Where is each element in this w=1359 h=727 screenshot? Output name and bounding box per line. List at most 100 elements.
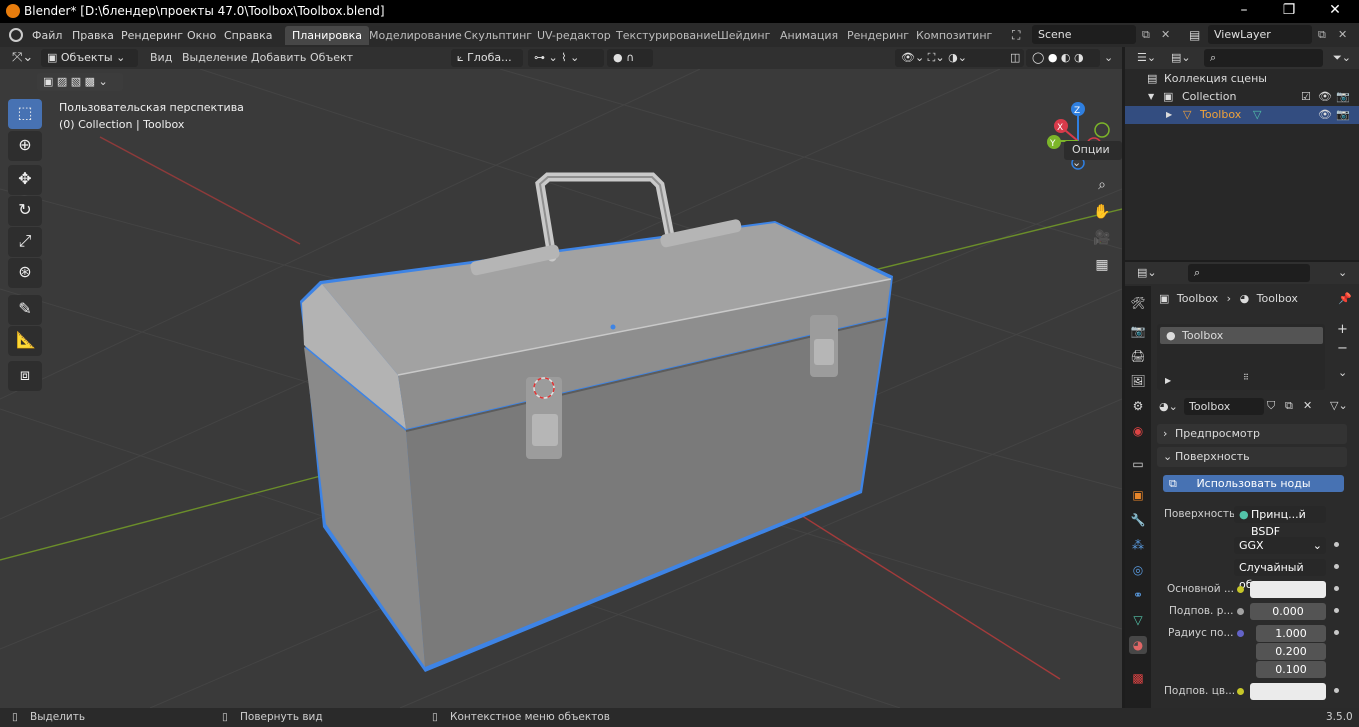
tab-texture-paint[interactable]: Текстурирование bbox=[609, 26, 724, 45]
view-layer-selector[interactable]: ViewLayer bbox=[1208, 25, 1312, 44]
browse-material-icon[interactable]: ◕⌄ bbox=[1159, 400, 1178, 413]
new-scene-icon[interactable]: ⧉ bbox=[1142, 28, 1150, 42]
outliner-row-scene-collection[interactable]: ▤ Коллекция сцены bbox=[1125, 70, 1359, 88]
keyframe-dot[interactable] bbox=[1334, 608, 1339, 613]
selection-mode-buttons[interactable]: ▣ ▨ ▧ ▩ ⌄ bbox=[37, 73, 123, 91]
radius-field-z[interactable]: 0.100 bbox=[1256, 661, 1326, 678]
annotate-tool[interactable]: ✎ bbox=[8, 295, 42, 325]
outliner-search-input[interactable]: ⌕ bbox=[1204, 49, 1323, 67]
render-camera-icon[interactable]: 📷 bbox=[1336, 88, 1350, 106]
tab-sculpting[interactable]: Скульптинг bbox=[457, 26, 539, 45]
node-filter-icon[interactable]: ▽⌄ bbox=[1330, 399, 1348, 412]
subsurface-color-swatch[interactable] bbox=[1250, 683, 1326, 700]
close-icon[interactable]: ✕ bbox=[1320, 2, 1350, 18]
tab-modeling[interactable]: Моделирование bbox=[362, 26, 469, 45]
material-slot[interactable]: ● Toolbox bbox=[1160, 327, 1323, 344]
view-layer-icon[interactable]: ▤ bbox=[1189, 28, 1200, 42]
properties-editor-icon[interactable]: ▤⌄ bbox=[1137, 266, 1157, 279]
scene-tab-icon[interactable]: ⚙ bbox=[1129, 397, 1147, 415]
scene-selector[interactable]: Scene bbox=[1032, 25, 1136, 44]
render-tab-icon[interactable]: 📷 bbox=[1129, 322, 1147, 340]
collection-tab-icon[interactable]: ▭ bbox=[1129, 455, 1147, 473]
editor-type-icon[interactable]: ⤧⌄ bbox=[12, 50, 33, 65]
zoom-icon[interactable]: ⌕ bbox=[1090, 173, 1114, 197]
remove-slot-icon[interactable]: − bbox=[1337, 341, 1348, 356]
duplicate-material-icon[interactable]: ⧉ bbox=[1285, 399, 1293, 413]
pin-icon[interactable]: 📌 bbox=[1338, 292, 1352, 305]
texture-tab-icon[interactable]: ▩ bbox=[1129, 669, 1147, 687]
tab-shading[interactable]: Шейдинг bbox=[710, 26, 777, 45]
snapping-group[interactable]: ⊶ ⌄ ⌇ ⌄ bbox=[528, 49, 604, 67]
3d-viewport[interactable]: Z X Y Пользовательская перспектива (0) C… bbox=[0, 69, 1122, 708]
surface-shader-selector[interactable]: ● Принц...й BSDF bbox=[1234, 506, 1326, 538]
blender-menu-icon[interactable] bbox=[9, 28, 23, 42]
slot-menu-icon[interactable]: ⌄ bbox=[1338, 366, 1347, 379]
camera-view-icon[interactable]: 🎥 bbox=[1090, 226, 1114, 250]
resize-handle-icon[interactable]: ⠿ bbox=[1243, 373, 1249, 382]
menu-view[interactable]: Вид bbox=[150, 51, 172, 64]
render-camera-icon[interactable]: 📷 bbox=[1336, 106, 1350, 124]
menu-edit[interactable]: Правка bbox=[72, 29, 114, 42]
view-layer-tab-icon[interactable]: 🖼 bbox=[1129, 372, 1147, 390]
cursor-tool[interactable]: ⊕ bbox=[8, 131, 42, 161]
constraints-tab-icon[interactable]: ⚭ bbox=[1129, 586, 1147, 604]
proportional-edit[interactable]: ● ∩ bbox=[607, 49, 653, 67]
menu-window[interactable]: Окно bbox=[187, 29, 216, 42]
material-tab-icon[interactable]: ◕ bbox=[1129, 636, 1147, 654]
add-cube-tool[interactable]: ⧈ bbox=[8, 361, 42, 391]
base-color-swatch[interactable] bbox=[1250, 581, 1326, 598]
menu-select[interactable]: Выделение bbox=[182, 51, 248, 64]
expand-icon[interactable]: ▼ bbox=[1148, 88, 1154, 106]
keyframe-dot[interactable] bbox=[1334, 630, 1339, 635]
visibility-eye-icon[interactable]: 👁 bbox=[1318, 88, 1332, 106]
orientation-dropdown[interactable]: ⟀ Глоба... bbox=[451, 49, 523, 67]
remove-scene-icon[interactable]: ✕ bbox=[1161, 28, 1170, 41]
material-name-field[interactable]: Toolbox bbox=[1184, 398, 1264, 415]
object-tab-icon[interactable]: ▣ bbox=[1129, 486, 1147, 504]
distribution-dropdown[interactable]: GGX ⌄ bbox=[1234, 537, 1326, 554]
use-nodes-button[interactable]: ⧉ Использовать ноды bbox=[1163, 475, 1344, 492]
shading-modes[interactable]: ◯ ● ◐ ◑ bbox=[1026, 49, 1100, 67]
keyframe-dot[interactable] bbox=[1334, 564, 1339, 569]
options-dropdown[interactable]: Опции ⌄ bbox=[1064, 141, 1122, 169]
display-mode-icon[interactable]: ▤⌄ bbox=[1171, 51, 1191, 64]
xray-toggle[interactable]: ◫ bbox=[1004, 49, 1024, 67]
checkbox-icon[interactable]: ☑ bbox=[1301, 88, 1311, 106]
outliner-editor-icon[interactable]: ☰⌄ bbox=[1137, 51, 1156, 64]
maximize-icon[interactable]: ❐ bbox=[1274, 2, 1304, 18]
modifier-tab-icon[interactable]: 🔧 bbox=[1129, 511, 1147, 529]
expand-icon[interactable]: ▶ bbox=[1166, 106, 1172, 124]
filter-icon[interactable]: ⏷⌄ bbox=[1333, 51, 1351, 65]
output-tab-icon[interactable]: 🖨 bbox=[1129, 347, 1147, 365]
keyframe-dot[interactable] bbox=[1334, 586, 1339, 591]
measure-tool[interactable]: 📐 bbox=[8, 326, 42, 356]
grid-view-icon[interactable]: ▦ bbox=[1090, 253, 1114, 277]
unlink-material-icon[interactable]: ✕ bbox=[1303, 399, 1312, 412]
properties-options-icon[interactable]: ⌄ bbox=[1338, 266, 1347, 279]
new-view-layer-icon[interactable]: ⧉ bbox=[1318, 28, 1326, 42]
mode-dropdown[interactable]: ▣ Объекты ⌄ bbox=[41, 49, 138, 67]
menu-render[interactable]: Рендеринг bbox=[121, 29, 183, 42]
physics-tab-icon[interactable]: ◎ bbox=[1129, 561, 1147, 579]
select-box-tool[interactable]: ⬚ bbox=[8, 99, 42, 129]
surface-panel-header[interactable]: ⌄ Поверхность bbox=[1157, 447, 1347, 467]
overlay-toggles[interactable]: 👁⌄ ⛶⌄ ◑⌄ bbox=[895, 49, 1019, 67]
data-tab-icon[interactable]: ▽ bbox=[1129, 611, 1147, 629]
scene-icon[interactable]: ⛶ bbox=[1012, 28, 1020, 43]
move-tool[interactable]: ✥ bbox=[8, 165, 42, 195]
menu-file[interactable]: Файл bbox=[32, 29, 62, 42]
toolbox-object[interactable] bbox=[300, 172, 893, 672]
add-slot-icon[interactable]: + bbox=[1337, 322, 1348, 337]
expand-list-icon[interactable]: ▶ bbox=[1165, 376, 1171, 385]
tab-rendering[interactable]: Рендеринг bbox=[840, 26, 916, 45]
world-tab-icon[interactable]: ◉ bbox=[1129, 422, 1147, 440]
properties-search-input[interactable]: ⌕ bbox=[1188, 264, 1310, 282]
shading-dropdown-icon[interactable]: ⌄ bbox=[1104, 51, 1113, 64]
scale-tool[interactable]: ⤢ bbox=[8, 227, 42, 257]
keyframe-dot[interactable] bbox=[1334, 688, 1339, 693]
visibility-eye-icon[interactable]: 👁 bbox=[1318, 106, 1332, 124]
tool-tab-icon[interactable]: 🛠 bbox=[1129, 294, 1147, 312]
outliner-row-collection[interactable]: ▼ ▣ Collection ☑ 👁 📷 bbox=[1125, 88, 1359, 106]
pan-hand-icon[interactable]: ✋ bbox=[1090, 200, 1114, 224]
menu-help[interactable]: Справка bbox=[224, 29, 272, 42]
